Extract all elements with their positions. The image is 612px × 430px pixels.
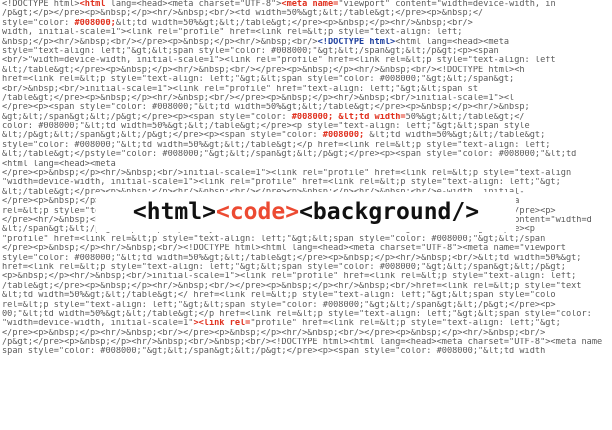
code-line: style="color: #008000;"&lt;td width=50%&… <box>2 254 612 263</box>
code-text: width, initial-scale=1"><link rel="profi… <box>2 28 463 38</box>
code-text: 00;"&lt;td width=50%&gt;&lt;/table&gt;</… <box>2 309 592 319</box>
code-line: width, initial-scale=1"><link rel="profi… <box>2 28 612 37</box>
code-text: /p&gt;</p></pre><p>&nbsp;</p><hr/>&nbsp;… <box>2 9 484 19</box>
code-text: "width=device-width, initial-scale=1" <box>2 319 194 329</box>
code-text: &nbsp;</p><hr/>&nbsp;<br/></pre><p>&nbsp… <box>2 37 318 47</box>
code-text: style="color: #008000;"&lt;td width=50%&… <box>2 253 582 263</box>
html-code-background-title: <html> <code> <background/> <box>96 192 516 232</box>
code-line: /p&gt;</pre><p>&nbsp;</p><hr/>&nbsp;<br/… <box>2 338 612 347</box>
code-line: style="text-align: left;"&gt;&lt;span st… <box>2 47 612 56</box>
code-line: span style="color: #008000;"&gt;&lt;/spa… <box>2 347 612 356</box>
code-line: "width=device-width, initial-scale=1"><l… <box>2 319 612 328</box>
code-text: "profile" href=<link rel=&lt;p style="te… <box>250 319 561 329</box>
code-line: &lt;/table&gt;</pstyle="color: #008000;"… <box>2 150 612 159</box>
code-line: /p&gt;</p></pre><p>&nbsp;</p><hr/>&nbsp;… <box>2 9 612 18</box>
code-line: </pre><p>&nbsp;</p><hr/>&nbsp;<br/>initi… <box>2 169 612 178</box>
code-line: href=<link rel=&lt;p style="text-align: … <box>2 263 612 272</box>
code-line: <br/>&nbsp;<br/>initial-scale=1"><link r… <box>2 85 612 94</box>
code-line: /table&gt;</pre><p>&nbsp;</p><hr/>&nbsp;… <box>2 282 612 291</box>
code-line: /table&gt;</pre><p>&nbsp;</p><hr/>&nbsp;… <box>2 94 612 103</box>
code-text: /table&gt;</pre><p>&nbsp;</p><hr/>&nbsp;… <box>2 93 515 103</box>
code-line: &gt;&lt;/span&gt;&lt;/p&gt;</pre><p><spa… <box>2 113 612 122</box>
code-line: <html lang=<head><meta <box>2 160 612 169</box>
code-text: &lt;td width=50%&gt;&lt;/table&gt; <box>364 131 546 141</box>
code-highlight: <html <box>79 0 106 9</box>
code-text: &lt;td width=50%&gt;&lt;/table&gt;</ hre… <box>2 291 556 301</box>
code-line: <!DOCTYPE html><html lang=<head><meta ch… <box>2 0 612 9</box>
code-line: &lt;td width=50%&gt;&lt;/table&gt;</ hre… <box>2 291 612 300</box>
code-highlight: #008000; <box>291 112 334 122</box>
code-text: <html lang=<head><meta <box>2 159 116 169</box>
code-text: <!DOCTYPE html> <box>2 0 80 9</box>
code-highlight: ><link rel= <box>193 319 251 329</box>
code-text: color: #008000;"&lt;td width=50%&gt;&lt;… <box>2 122 530 132</box>
code-text: <br/>&nbsp;<br/>initial-scale=1"><link r… <box>2 84 478 94</box>
code-highlight: &lt;td width= <box>338 112 406 122</box>
code-text: 50%&gt;&lt;/table&gt;</ <box>405 112 525 122</box>
code-text: style="color: <box>2 18 75 28</box>
code-text: style="color: #008000;"&lt;td width=50%&… <box>2 140 551 150</box>
code-text: <p>&nbsp;</p><hr/>&nbsp;<br/>initial-sca… <box>2 272 577 282</box>
code-highlight: #008000; <box>322 131 365 141</box>
code-line: 00;"&lt;td width=50%&gt;&lt;/table&gt;</… <box>2 310 612 319</box>
code-text: <br/>"width=device-width, initial-scale=… <box>2 56 556 66</box>
code-line: &lt;/p&gt;&lt;/span&gt;&lt;/p&gt;</pre><… <box>2 131 612 140</box>
code-line: &nbsp;</p><hr/>&nbsp;<br/></pre><p>&nbsp… <box>2 38 612 47</box>
title-code-tag: <code> <box>215 199 300 225</box>
code-line: "profile" href=<link rel=&lt;p style="te… <box>2 235 612 244</box>
code-text: &gt;&lt;/span&gt;&lt;/p&gt;</pre><p><spa… <box>2 112 292 122</box>
code-text: <html lang=<head><meta <box>395 37 510 47</box>
code-line: color: #008000;"&lt;td width=50%&gt;&lt;… <box>2 122 612 131</box>
code-text: /p&gt;</pre><p>&nbsp;</p><hr/>&nbsp;<br/… <box>2 338 603 348</box>
code-text: rel=&lt;p style="text-align: left;"&gt;&… <box>2 300 556 310</box>
code-line: <p>&nbsp;</p><hr/>&nbsp;<br/>initial-sca… <box>2 272 612 281</box>
code-text: </pre><p>&nbsp;</p><hr/>&nbsp;<br/></pre… <box>2 328 546 338</box>
code-line: </pre><p>&nbsp;</p><hr/>&nbsp;<br/><!DOC… <box>2 244 612 253</box>
code-text: "viewport" content="width=device-width, … <box>338 0 556 9</box>
code-text: "width=device-width, initial-scale=1"><l… <box>2 178 561 188</box>
code-text: href=<link rel=&lt;p style="text-align: … <box>2 262 566 272</box>
code-line: </pre><p>&nbsp;</p><hr/>&nbsp;<br/></pre… <box>2 329 612 338</box>
code-line: style="color: #008000;"&lt;td width=50%&… <box>2 141 612 150</box>
code-text: &lt;/table&gt;</pre><p>&nbsp;</p><hr/>&n… <box>2 65 525 75</box>
code-line: href=<link rel=&lt;p style="text-align: … <box>2 75 612 84</box>
code-text: &lt;td width=50%&gt;&lt;/table&gt;</pre>… <box>115 18 473 28</box>
code-text: &lt;/p&gt;&lt;/span&gt;&lt;/p&gt;</pre><… <box>2 131 323 141</box>
code-text: "profile" href=<link rel=&lt;p style="te… <box>2 234 546 244</box>
title-html-tag: <html> <box>132 199 216 225</box>
code-text: span style="color: #008000;"&gt;&lt;/spa… <box>2 347 546 357</box>
code-text: </pre><p><span style="color: #008000;"&l… <box>2 103 530 113</box>
code-text: /table&gt;</pre><p>&nbsp;</p><hr/>&nbsp;… <box>2 281 582 291</box>
code-line: style="color: #008000;&lt;td width=50%&g… <box>2 19 612 28</box>
code-line: <br/>"width=device-width, initial-scale=… <box>2 56 612 65</box>
code-text: href=<link rel=&lt;p style="text-align: … <box>2 75 515 85</box>
code-highlight: #008000; <box>74 18 116 28</box>
code-text: lang=<head><meta charset="UTF-8"> <box>105 0 282 9</box>
code-line: &lt;/table&gt;</pre><p>&nbsp;</p><hr/>&n… <box>2 66 612 75</box>
code-line: </pre><p><span style="color: #008000;"&l… <box>2 103 612 112</box>
code-text: style="text-align: left;"&gt;&lt;span st… <box>2 46 499 56</box>
code-line: "width=device-width, initial-scale=1"><l… <box>2 178 612 187</box>
code-text: </pre><p>&nbsp;</p><hr/>&nbsp;<br/><!DOC… <box>2 244 566 254</box>
title-background-tag: <background/> <box>299 199 480 225</box>
code-text: </pre><p>&nbsp;</p><hr/>&nbsp;<br/>initi… <box>2 169 572 179</box>
code-highlight: <!DOCTYPE html> <box>317 37 396 47</box>
code-line: rel=&lt;p style="text-align: left;"&gt;&… <box>2 301 612 310</box>
code-highlight: <meta name= <box>281 0 339 9</box>
code-text: &lt;/table&gt;</pstyle="color: #008000;"… <box>2 150 577 160</box>
